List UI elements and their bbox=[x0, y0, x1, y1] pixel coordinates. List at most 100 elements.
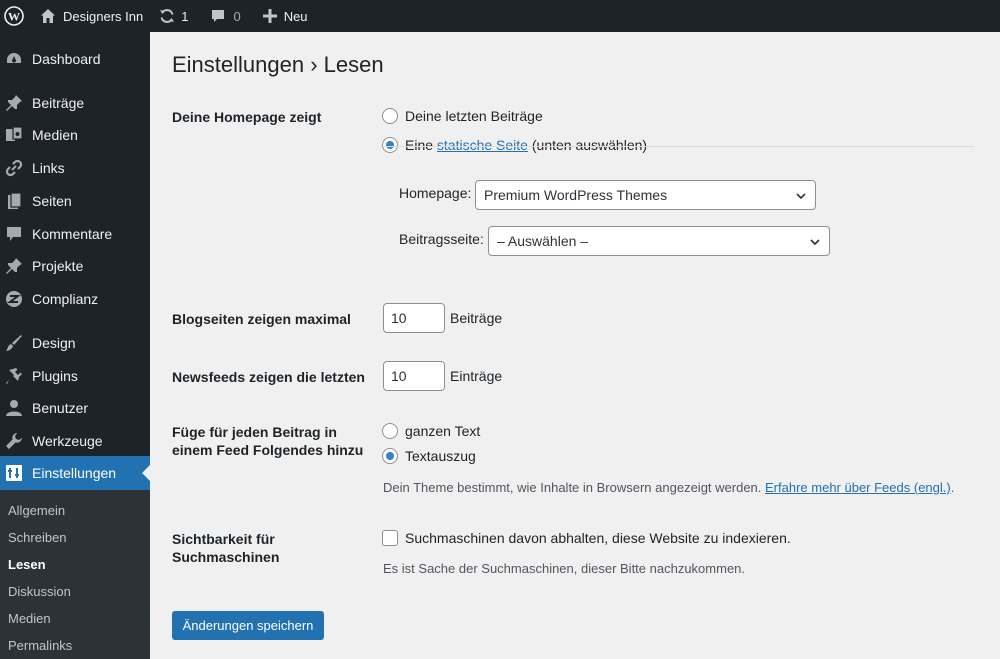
sidebar-item-label: Werkzeuge bbox=[32, 433, 103, 449]
option-static-page[interactable]: Eine statische Seite (unten auswählen) bbox=[382, 137, 647, 153]
pages-icon bbox=[4, 191, 24, 211]
chevron-down-icon bbox=[809, 235, 821, 251]
posts-per-page-suffix: Beiträge bbox=[450, 310, 503, 326]
updates-count: 1 bbox=[181, 8, 189, 24]
brush-icon bbox=[4, 333, 24, 353]
page-title: Einstellungen › Lesen bbox=[172, 52, 384, 77]
posts-per-page-input[interactable]: 10 bbox=[383, 303, 445, 333]
submenu-item-medien[interactable]: Medien bbox=[8, 611, 51, 626]
sidebar-item-complianz[interactable]: Complianz bbox=[0, 282, 150, 316]
sidebar-item-benutzer[interactable]: Benutzer bbox=[0, 391, 150, 425]
media-icon bbox=[4, 125, 24, 145]
postspage-select[interactable]: – Auswählen – bbox=[488, 226, 830, 256]
submenu-item-allgemein[interactable]: Allgemein bbox=[8, 503, 65, 518]
feed-description: Dein Theme bestimmt, wie Inhalte in Brow… bbox=[383, 480, 954, 495]
sidebar-item-label: Beiträge bbox=[32, 95, 85, 111]
radio-full-text[interactable] bbox=[382, 423, 398, 439]
new-label: Neu bbox=[283, 8, 308, 24]
sidebar-item-label: Links bbox=[32, 160, 65, 176]
feeds-label: Newsfeeds zeigen die letzten bbox=[172, 369, 365, 385]
feeds-learn-more-link[interactable]: Erfahre mehr über Feeds (engl.) bbox=[765, 480, 951, 495]
plugin-icon bbox=[4, 366, 24, 386]
discourage-search-checkbox[interactable] bbox=[382, 530, 398, 546]
updates-link[interactable]: 1 bbox=[151, 0, 196, 32]
comment-icon bbox=[4, 224, 24, 244]
sidebar-item-label: Plugins bbox=[32, 368, 78, 384]
admin-sidebar: Dashboard Beiträge Medien Links Seiten K… bbox=[0, 32, 150, 659]
sidebar-item-seiten[interactable]: Seiten bbox=[0, 184, 150, 218]
user-icon bbox=[4, 398, 24, 418]
sidebar-item-label: Projekte bbox=[32, 258, 84, 274]
site-name: Designers Inn bbox=[63, 8, 144, 24]
blog-pages-label: Blogseiten zeigen maximal bbox=[172, 311, 351, 327]
homepage-select-label: Homepage: bbox=[399, 185, 472, 201]
svg-text:W: W bbox=[8, 10, 20, 24]
radio-latest-posts[interactable] bbox=[382, 108, 398, 124]
option-static-suffix: (unten auswählen) bbox=[531, 137, 648, 153]
admin-bar: W Designers Inn 1 0 Neu bbox=[0, 0, 1000, 32]
site-name-link[interactable]: Designers Inn bbox=[32, 0, 151, 32]
link-icon bbox=[4, 158, 24, 178]
comments-count: 0 bbox=[233, 8, 241, 24]
homepage-label: Deine Homepage zeigt bbox=[172, 109, 322, 125]
settings-submenu: Allgemein Schreiben Lesen Diskussion Med… bbox=[0, 490, 150, 659]
sidebar-item-label: Dashboard bbox=[32, 51, 101, 67]
sidebar-item-dashboard[interactable]: Dashboard bbox=[0, 42, 150, 76]
visibility-label-line1: Sichtbarkeit für bbox=[172, 531, 275, 547]
submenu-item-permalinks[interactable]: Permalinks bbox=[8, 638, 72, 653]
sidebar-item-design[interactable]: Design bbox=[0, 326, 150, 360]
sidebar-item-beitraege[interactable]: Beiträge bbox=[0, 86, 150, 120]
option-full-text[interactable]: ganzen Text bbox=[382, 423, 480, 439]
complianz-icon bbox=[4, 289, 24, 309]
divider bbox=[384, 146, 974, 147]
option-full-text-label: ganzen Text bbox=[405, 423, 481, 439]
postspage-select-value: – Auswählen – bbox=[497, 233, 589, 249]
option-discourage-search[interactable]: Suchmaschinen davon abhalten, diese Webs… bbox=[382, 530, 791, 546]
plus-icon bbox=[262, 9, 277, 23]
chevron-down-icon bbox=[795, 189, 807, 205]
wordpress-logo-icon[interactable]: W bbox=[0, 0, 32, 32]
sidebar-item-einstellungen[interactable]: Einstellungen bbox=[0, 456, 150, 490]
pin-icon bbox=[4, 93, 24, 113]
sidebar-item-werkzeuge[interactable]: Werkzeuge bbox=[0, 424, 150, 458]
dashboard-icon bbox=[4, 49, 24, 69]
static-page-link[interactable]: statische Seite bbox=[437, 137, 528, 153]
submenu-item-schreiben[interactable]: Schreiben bbox=[8, 530, 67, 545]
radio-static-page[interactable] bbox=[382, 137, 398, 153]
visibility-description: Es ist Sache der Suchmaschinen, dieser B… bbox=[383, 561, 746, 576]
option-static-prefix: Eine bbox=[405, 137, 434, 153]
feed-content-label-line2: einem Feed Folgendes hinzu bbox=[172, 442, 364, 458]
sidebar-item-label: Benutzer bbox=[32, 400, 89, 416]
settings-icon bbox=[4, 463, 24, 483]
home-icon bbox=[40, 8, 56, 24]
posts-per-rss-suffix: Einträge bbox=[450, 368, 503, 384]
save-changes-button[interactable]: Änderungen speichern bbox=[172, 611, 324, 640]
submenu-item-lesen[interactable]: Lesen bbox=[8, 557, 46, 572]
discourage-search-label: Suchmaschinen davon abhalten, diese Webs… bbox=[405, 530, 791, 546]
option-latest-posts[interactable]: Deine letzten Beiträge bbox=[382, 108, 543, 124]
postspage-select-label: Beitragsseite: bbox=[399, 231, 484, 247]
wrench-icon bbox=[4, 431, 24, 451]
new-content-link[interactable]: Neu bbox=[255, 0, 316, 32]
option-excerpt-label: Textauszug bbox=[405, 448, 476, 464]
posts-per-rss-input[interactable]: 10 bbox=[383, 361, 445, 391]
update-icon bbox=[159, 8, 175, 24]
sidebar-item-links[interactable]: Links bbox=[0, 151, 150, 185]
settings-content: Einstellungen › Lesen Deine Homepage zei… bbox=[150, 32, 1000, 659]
option-latest-posts-label: Deine letzten Beiträge bbox=[405, 108, 543, 124]
submenu-item-diskussion[interactable]: Diskussion bbox=[8, 584, 71, 599]
option-excerpt[interactable]: Textauszug bbox=[382, 448, 476, 464]
comment-bubble-icon bbox=[210, 8, 226, 24]
feed-content-label-line1: Füge für jeden Beitrag in bbox=[172, 424, 337, 440]
comments-link[interactable]: 0 bbox=[202, 0, 248, 32]
sidebar-item-plugins[interactable]: Plugins bbox=[0, 359, 150, 393]
sidebar-item-label: Seiten bbox=[32, 193, 72, 209]
radio-excerpt[interactable] bbox=[382, 448, 398, 464]
sidebar-item-kommentare[interactable]: Kommentare bbox=[0, 217, 150, 251]
sidebar-item-medien[interactable]: Medien bbox=[0, 118, 150, 152]
sidebar-item-label: Design bbox=[32, 335, 76, 351]
sidebar-item-label: Complianz bbox=[32, 291, 99, 307]
homepage-select[interactable]: Premium WordPress Themes bbox=[475, 180, 816, 210]
sidebar-item-projekte[interactable]: Projekte bbox=[0, 249, 150, 283]
homepage-select-value: Premium WordPress Themes bbox=[484, 187, 668, 203]
